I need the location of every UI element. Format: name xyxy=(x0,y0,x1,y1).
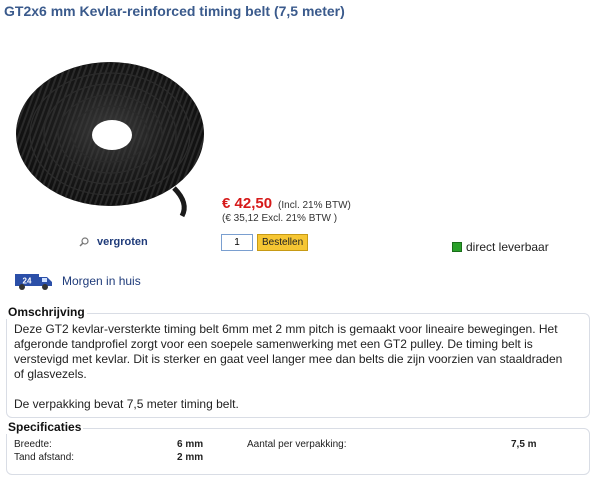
description-paragraph: De verpakking bevat 7,5 meter timing bel… xyxy=(14,397,239,411)
spec-value: 7,5 m xyxy=(511,439,537,450)
spec-label: Aantal per verpakking: xyxy=(247,439,347,450)
spec-row: Breedte: 6 mm Aantal per verpakking: 7,5… xyxy=(14,439,574,451)
zoom-label: vergroten xyxy=(97,236,148,248)
quantity-input[interactable] xyxy=(221,234,253,251)
delivery-badge: 24 xyxy=(23,277,32,286)
spec-value: 6 mm xyxy=(177,439,204,450)
product-title: GT2x6 mm Kevlar-reinforced timing belt (… xyxy=(4,3,345,19)
stock-label: direct leverbaar xyxy=(466,240,549,254)
price-incl-vat: (Incl. 21% BTW) xyxy=(278,200,351,211)
delivery-label: Morgen in huis xyxy=(62,274,141,288)
description-heading: Omschrijving xyxy=(6,305,87,319)
description-paragraph: Deze GT2 kevlar-versterkte timing belt 6… xyxy=(14,322,563,381)
delivery-van-icon: 24 xyxy=(15,274,52,290)
product-image[interactable] xyxy=(14,58,206,218)
delivery-info[interactable]: 24 Morgen in huis xyxy=(14,271,141,291)
price-block: € 42,50 (Incl. 21% BTW) (€ 35,12 Excl. 2… xyxy=(222,195,351,224)
description-text: Deze GT2 kevlar-versterkte timing belt 6… xyxy=(14,322,574,412)
price: € 42,50 xyxy=(222,195,273,212)
spec-label: Tand afstand: xyxy=(14,452,75,463)
magnifier-icon xyxy=(79,237,89,247)
specs-heading: Specificaties xyxy=(6,420,84,434)
order-row: Bestellen xyxy=(221,234,309,251)
price-excl-vat: (€ 35,12 Excl. 21% BTW ) xyxy=(222,213,338,224)
zoom-link[interactable]: vergroten xyxy=(79,236,148,248)
spec-value: 2 mm xyxy=(177,452,204,463)
spec-label: Breedte: xyxy=(14,439,52,450)
stock-indicator-icon xyxy=(452,242,462,252)
order-button[interactable]: Bestellen xyxy=(257,234,309,251)
stock-status: direct leverbaar xyxy=(452,240,549,254)
spec-row: Tand afstand: 2 mm xyxy=(14,452,574,464)
